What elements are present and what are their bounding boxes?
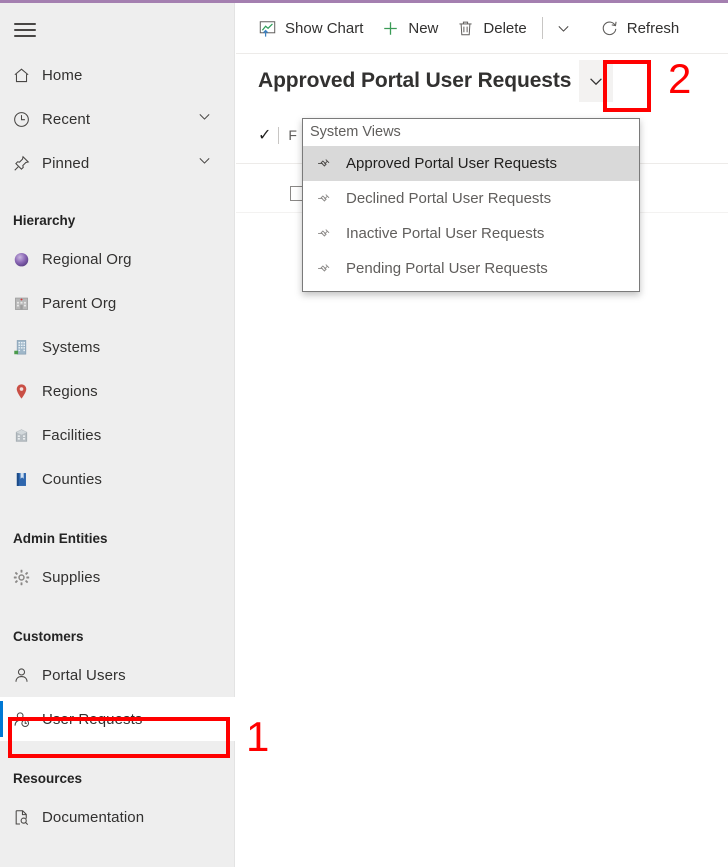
sidebar-item-documentation[interactable]: Documentation <box>0 795 235 839</box>
grid-subbar: ✓ F <box>258 125 297 145</box>
show-chart-button[interactable]: Show Chart <box>249 8 372 48</box>
page-title: Approved Portal User Requests <box>258 69 572 92</box>
sidebar-item-label: Documentation <box>42 808 145 826</box>
sidebar-nav-list: Home Recent Pinned Hierarchy Regional Or… <box>0 53 235 839</box>
annotation-number-2: 2 <box>668 55 692 102</box>
view-selector-caret[interactable] <box>579 60 614 102</box>
home-icon <box>12 66 42 85</box>
system-views-dropdown: System Views Approved Portal User Reques… <box>302 118 640 292</box>
sidebar-item-label: Portal Users <box>42 666 126 684</box>
pin-icon <box>316 226 346 242</box>
dropdown-item-label: Inactive Portal User Requests <box>346 225 545 242</box>
new-button[interactable]: New <box>372 8 447 48</box>
dropdown-item-pending-portal-user-requests[interactable]: Pending Portal User Requests <box>303 251 639 286</box>
refresh-icon <box>600 19 619 38</box>
sidebar-item-label: User Requests <box>42 710 143 728</box>
view-title-row: Approved Portal User Requests <box>236 60 614 102</box>
app-root: Home Recent Pinned Hierarchy Regional Or… <box>0 0 728 867</box>
chevron-down-icon[interactable] <box>196 152 213 174</box>
hospital-icon <box>12 294 42 313</box>
sidebar: Home Recent Pinned Hierarchy Regional Or… <box>0 3 235 867</box>
chevron-down-icon[interactable] <box>196 108 213 130</box>
page-search-icon <box>12 808 42 827</box>
sidebar-item-recent[interactable]: Recent <box>0 97 235 141</box>
command-separator <box>541 17 543 39</box>
pin-icon <box>316 191 346 207</box>
clock-icon <box>12 110 42 129</box>
dropdown-item-label: Pending Portal User Requests <box>346 260 548 277</box>
sidebar-group-title-hierarchy: Hierarchy <box>13 212 76 228</box>
sidebar-item-parent-org[interactable]: Parent Org <box>0 281 235 325</box>
sidebar-item-label: Regions <box>42 382 98 400</box>
dropdown-item-declined-portal-user-requests[interactable]: Declined Portal User Requests <box>303 181 639 216</box>
office-building-icon <box>12 338 42 357</box>
sidebar-item-label: Parent Org <box>42 294 117 312</box>
top-accent-bar <box>0 0 728 3</box>
delete-button[interactable]: Delete <box>447 8 535 48</box>
annotation-number-1: 1 <box>246 713 270 760</box>
refresh-button[interactable]: Refresh <box>591 8 689 48</box>
sphere-icon <box>12 250 42 269</box>
sidebar-item-label: Facilities <box>42 426 102 444</box>
chevron-down-icon[interactable] <box>549 9 579 47</box>
book-icon <box>12 470 42 489</box>
building-icon <box>12 426 42 445</box>
sidebar-item-supplies[interactable]: Supplies <box>0 555 235 599</box>
sidebar-item-label: Supplies <box>42 568 101 586</box>
trash-icon <box>456 19 475 38</box>
pin-icon <box>316 156 346 172</box>
dropdown-item-inactive-portal-user-requests[interactable]: Inactive Portal User Requests <box>303 216 639 251</box>
sidebar-group-title-customers: Customers <box>13 628 84 644</box>
sidebar-item-label: Recent <box>42 110 91 128</box>
command-bar: Show Chart New Delete Refresh <box>236 3 728 54</box>
sidebar-item-systems[interactable]: Systems <box>0 325 235 369</box>
sidebar-group-title-admin-entities: Admin Entities <box>13 530 108 546</box>
checkmark-icon: ✓ <box>258 127 272 144</box>
menu-icon[interactable] <box>14 17 40 43</box>
subbar-divider <box>278 126 280 144</box>
dropdown-item-approved-portal-user-requests[interactable]: Approved Portal User Requests <box>303 146 639 181</box>
delete-label: Delete <box>483 19 527 37</box>
person-clock-icon <box>12 710 42 729</box>
refresh-label: Refresh <box>626 19 680 37</box>
sidebar-item-label: Counties <box>42 470 103 488</box>
sidebar-item-label: Home <box>42 66 83 84</box>
sidebar-group-title-resources: Resources <box>13 770 83 786</box>
show-chart-label: Show Chart <box>285 19 364 37</box>
subbar-partial-label: F <box>288 127 297 143</box>
sidebar-item-user-requests[interactable]: User Requests <box>0 697 235 741</box>
dropdown-header: System Views <box>310 124 401 140</box>
plus-icon <box>381 19 400 38</box>
sidebar-item-counties[interactable]: Counties <box>0 457 235 501</box>
pin-icon <box>12 154 42 173</box>
sidebar-item-regions[interactable]: Regions <box>0 369 235 413</box>
sidebar-item-pinned[interactable]: Pinned <box>0 141 235 185</box>
dropdown-item-label: Approved Portal User Requests <box>346 155 557 172</box>
pin-icon <box>316 261 346 277</box>
sidebar-item-label: Regional Org <box>42 250 132 268</box>
sidebar-item-label: Pinned <box>42 154 90 172</box>
new-label: New <box>408 19 439 37</box>
sidebar-item-home[interactable]: Home <box>0 53 235 97</box>
chart-icon <box>258 19 277 38</box>
sidebar-item-portal-users[interactable]: Portal Users <box>0 653 235 697</box>
person-icon <box>12 666 42 685</box>
sidebar-item-regional-org[interactable]: Regional Org <box>0 237 235 281</box>
dropdown-item-label: Declined Portal User Requests <box>346 190 552 207</box>
sidebar-item-label: Systems <box>42 338 101 356</box>
sidebar-item-facilities[interactable]: Facilities <box>0 413 235 457</box>
map-pin-icon <box>12 382 42 401</box>
gear-icon <box>12 568 42 587</box>
